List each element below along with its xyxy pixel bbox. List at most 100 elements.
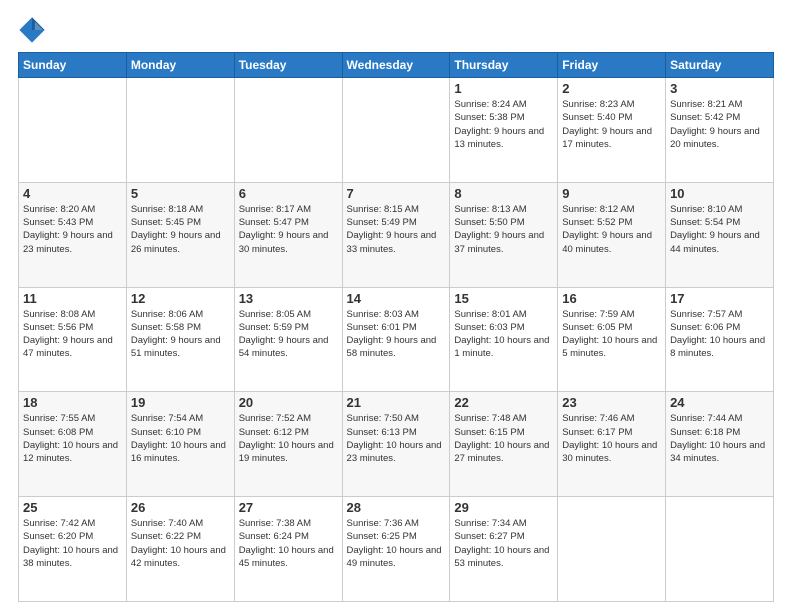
calendar-cell: 15Sunrise: 8:01 AM Sunset: 6:03 PM Dayli… — [450, 287, 558, 392]
day-number: 5 — [131, 186, 230, 201]
calendar-cell: 6 Sunrise: 8:17 AM Sunset: 5:47 PM Daylig… — [234, 182, 342, 287]
calendar-cell — [666, 497, 774, 602]
day-info: Sunrise: 8:20 AM Sunset: 5:43 PM Dayligh… — [23, 203, 122, 256]
calendar-header-sunday: Sunday — [19, 53, 127, 78]
calendar-cell: 12 Sunrise: 8:06 AM Sunset: 5:58 PM Dayli… — [126, 287, 234, 392]
day-number: 23 — [562, 395, 661, 410]
day-info: Sunrise: 7:55 AM Sunset: 6:08 PM Dayligh… — [23, 412, 122, 465]
calendar-cell — [558, 497, 666, 602]
day-number: 22 — [454, 395, 553, 410]
calendar-week-row: 1 Sunrise: 8:24 AM Sunset: 5:38 PM Daylig… — [19, 78, 774, 183]
day-number: 26 — [131, 500, 230, 515]
day-info: Sunrise: 7:50 AM Sunset: 6:13 PM Dayligh… — [347, 412, 446, 465]
day-number: 18 — [23, 395, 122, 410]
day-info: Sunrise: 8:24 AM Sunset: 5:38 PM Dayligh… — [454, 98, 553, 151]
calendar-cell: 13 Sunrise: 8:05 AM Sunset: 5:59 PM Dayli… — [234, 287, 342, 392]
day-number: 21 — [347, 395, 446, 410]
calendar-cell: 9 Sunrise: 8:12 AM Sunset: 5:52 PM Daylig… — [558, 182, 666, 287]
day-number: 2 — [562, 81, 661, 96]
day-info: Sunrise: 8:13 AM Sunset: 5:50 PM Dayligh… — [454, 203, 553, 256]
calendar-cell — [126, 78, 234, 183]
day-number: 28 — [347, 500, 446, 515]
calendar-cell: 20 Sunrise: 7:52 AM Sunset: 6:12 PM Dayli… — [234, 392, 342, 497]
day-info: Sunrise: 7:38 AM Sunset: 6:24 PM Dayligh… — [239, 517, 338, 570]
calendar-cell — [342, 78, 450, 183]
day-number: 27 — [239, 500, 338, 515]
day-number: 24 — [670, 395, 769, 410]
day-number: 9 — [562, 186, 661, 201]
day-info: Sunrise: 7:46 AM Sunset: 6:17 PM Dayligh… — [562, 412, 661, 465]
calendar-header-wednesday: Wednesday — [342, 53, 450, 78]
day-number: 16 — [562, 291, 661, 306]
calendar-cell: 25 Sunrise: 7:42 AM Sunset: 6:20 PM Dayli… — [19, 497, 127, 602]
calendar-header-tuesday: Tuesday — [234, 53, 342, 78]
logo-icon — [18, 16, 46, 44]
day-info: Sunrise: 8:10 AM Sunset: 5:54 PM Dayligh… — [670, 203, 769, 256]
day-info: Sunrise: 8:08 AM Sunset: 5:56 PM Dayligh… — [23, 308, 122, 361]
day-info: Sunrise: 8:12 AM Sunset: 5:52 PM Dayligh… — [562, 203, 661, 256]
page: SundayMondayTuesdayWednesdayThursdayFrid… — [0, 0, 792, 612]
calendar-cell: 24 Sunrise: 7:44 AM Sunset: 6:18 PM Dayli… — [666, 392, 774, 497]
day-number: 3 — [670, 81, 769, 96]
day-number: 29 — [454, 500, 553, 515]
calendar-cell: 21 Sunrise: 7:50 AM Sunset: 6:13 PM Dayli… — [342, 392, 450, 497]
day-info: Sunrise: 7:59 AM Sunset: 6:05 PM Dayligh… — [562, 308, 661, 361]
day-info: Sunrise: 7:52 AM Sunset: 6:12 PM Dayligh… — [239, 412, 338, 465]
calendar-cell: 27 Sunrise: 7:38 AM Sunset: 6:24 PM Dayli… — [234, 497, 342, 602]
calendar-cell: 14Sunrise: 8:03 AM Sunset: 6:01 PM Dayli… — [342, 287, 450, 392]
calendar-header-monday: Monday — [126, 53, 234, 78]
calendar-week-row: 25 Sunrise: 7:42 AM Sunset: 6:20 PM Dayli… — [19, 497, 774, 602]
day-info: Sunrise: 8:18 AM Sunset: 5:45 PM Dayligh… — [131, 203, 230, 256]
calendar-cell: 17 Sunrise: 7:57 AM Sunset: 6:06 PM Dayli… — [666, 287, 774, 392]
calendar-cell: 7Sunrise: 8:15 AM Sunset: 5:49 PM Daylig… — [342, 182, 450, 287]
day-info: Sunrise: 8:17 AM Sunset: 5:47 PM Dayligh… — [239, 203, 338, 256]
calendar-cell: 18 Sunrise: 7:55 AM Sunset: 6:08 PM Dayli… — [19, 392, 127, 497]
day-number: 17 — [670, 291, 769, 306]
day-number: 8 — [454, 186, 553, 201]
day-info: Sunrise: 7:54 AM Sunset: 6:10 PM Dayligh… — [131, 412, 230, 465]
day-info: Sunrise: 7:40 AM Sunset: 6:22 PM Dayligh… — [131, 517, 230, 570]
calendar-cell: 3 Sunrise: 8:21 AM Sunset: 5:42 PM Daylig… — [666, 78, 774, 183]
calendar-cell: 4Sunrise: 8:20 AM Sunset: 5:43 PM Daylig… — [19, 182, 127, 287]
day-number: 25 — [23, 500, 122, 515]
day-number: 11 — [23, 291, 122, 306]
calendar-week-row: 4Sunrise: 8:20 AM Sunset: 5:43 PM Daylig… — [19, 182, 774, 287]
day-info: Sunrise: 7:42 AM Sunset: 6:20 PM Dayligh… — [23, 517, 122, 570]
calendar-cell: 23 Sunrise: 7:46 AM Sunset: 6:17 PM Dayli… — [558, 392, 666, 497]
day-info: Sunrise: 7:34 AM Sunset: 6:27 PM Dayligh… — [454, 517, 553, 570]
day-info: Sunrise: 7:57 AM Sunset: 6:06 PM Dayligh… — [670, 308, 769, 361]
calendar-cell: 28 Sunrise: 7:36 AM Sunset: 6:25 PM Dayli… — [342, 497, 450, 602]
calendar-week-row: 18 Sunrise: 7:55 AM Sunset: 6:08 PM Dayli… — [19, 392, 774, 497]
calendar-cell: 10 Sunrise: 8:10 AM Sunset: 5:54 PM Dayli… — [666, 182, 774, 287]
day-number: 12 — [131, 291, 230, 306]
day-number: 20 — [239, 395, 338, 410]
day-number: 15 — [454, 291, 553, 306]
day-info: Sunrise: 8:06 AM Sunset: 5:58 PM Dayligh… — [131, 308, 230, 361]
calendar-cell: 19 Sunrise: 7:54 AM Sunset: 6:10 PM Dayli… — [126, 392, 234, 497]
calendar-cell: 11 Sunrise: 8:08 AM Sunset: 5:56 PM Dayli… — [19, 287, 127, 392]
day-number: 1 — [454, 81, 553, 96]
day-info: Sunrise: 8:21 AM Sunset: 5:42 PM Dayligh… — [670, 98, 769, 151]
calendar-cell: 2Sunrise: 8:23 AM Sunset: 5:40 PM Daylig… — [558, 78, 666, 183]
calendar-cell: 16 Sunrise: 7:59 AM Sunset: 6:05 PM Dayli… — [558, 287, 666, 392]
calendar-table: SundayMondayTuesdayWednesdayThursdayFrid… — [18, 52, 774, 602]
calendar-cell: 5 Sunrise: 8:18 AM Sunset: 5:45 PM Daylig… — [126, 182, 234, 287]
calendar-cell: 1 Sunrise: 8:24 AM Sunset: 5:38 PM Daylig… — [450, 78, 558, 183]
day-number: 6 — [239, 186, 338, 201]
day-number: 13 — [239, 291, 338, 306]
day-number: 10 — [670, 186, 769, 201]
calendar-cell — [19, 78, 127, 183]
calendar-cell: 8 Sunrise: 8:13 AM Sunset: 5:50 PM Daylig… — [450, 182, 558, 287]
day-info: Sunrise: 7:36 AM Sunset: 6:25 PM Dayligh… — [347, 517, 446, 570]
calendar-header-row: SundayMondayTuesdayWednesdayThursdayFrid… — [19, 53, 774, 78]
day-info: Sunrise: 8:05 AM Sunset: 5:59 PM Dayligh… — [239, 308, 338, 361]
day-info: Sunrise: 8:15 AM Sunset: 5:49 PM Dayligh… — [347, 203, 446, 256]
calendar-week-row: 11 Sunrise: 8:08 AM Sunset: 5:56 PM Dayli… — [19, 287, 774, 392]
calendar-header-saturday: Saturday — [666, 53, 774, 78]
calendar-cell — [234, 78, 342, 183]
calendar-header-friday: Friday — [558, 53, 666, 78]
day-info: Sunrise: 7:48 AM Sunset: 6:15 PM Dayligh… — [454, 412, 553, 465]
day-number: 19 — [131, 395, 230, 410]
day-number: 14 — [347, 291, 446, 306]
day-info: Sunrise: 7:44 AM Sunset: 6:18 PM Dayligh… — [670, 412, 769, 465]
